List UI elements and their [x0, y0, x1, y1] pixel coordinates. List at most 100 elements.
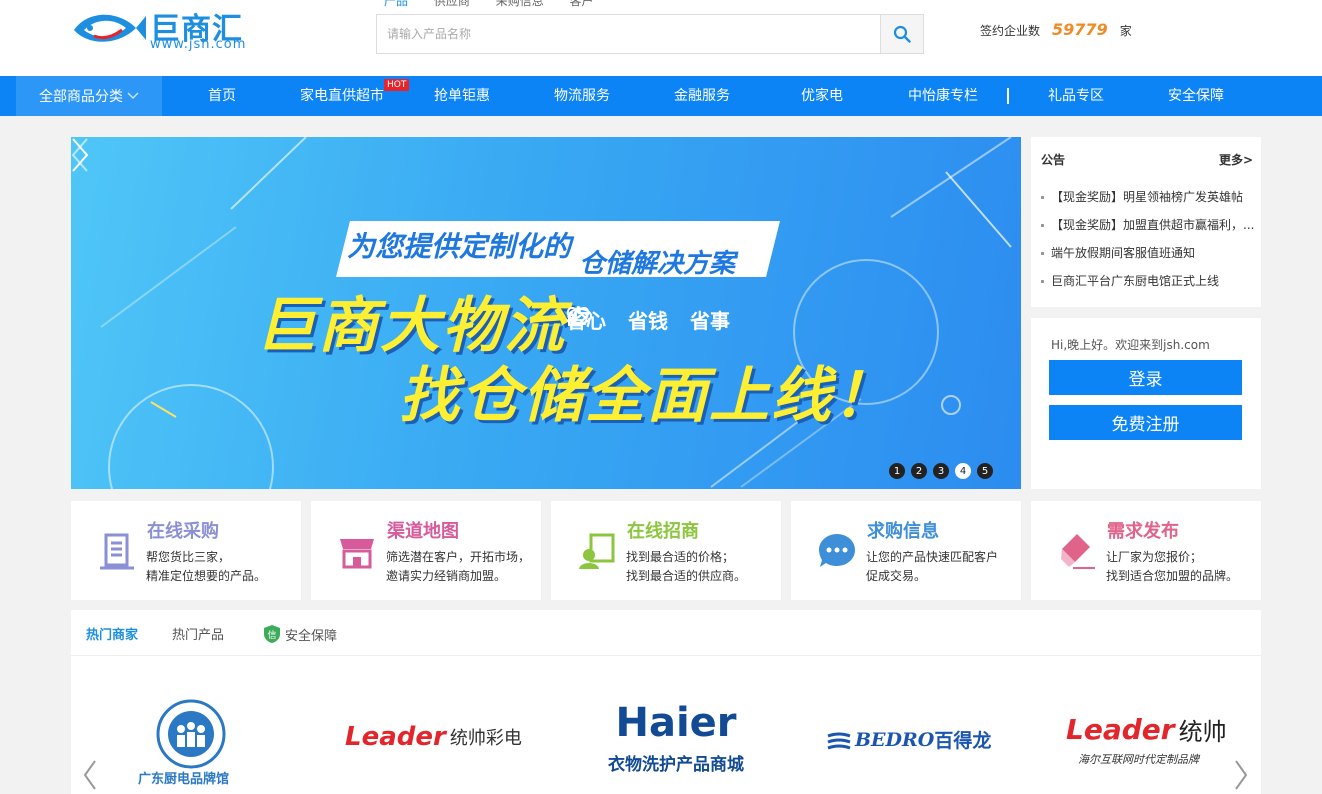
chevron-down-icon	[127, 92, 139, 99]
search-tab-product[interactable]: 产品	[384, 0, 408, 8]
notice-panel: 公告 更多> 【现金奖励】明星领袖榜广发英雄帖 【现金奖励】加盟直供超市赢福利，…	[1031, 137, 1261, 307]
search-button[interactable]	[880, 15, 923, 53]
nav-item-direct-supermarket[interactable]: 家电直供超市	[292, 76, 392, 116]
top-header: 巨商汇 www.jsh.com 产品 供应商 采购信息 客户 签约企业数 597…	[0, 0, 1322, 76]
main-nav: 全部商品分类 首页 家电直供超市 抢单钜惠 物流服务 金融服务 优家电 中怡康专…	[0, 76, 1322, 116]
login-panel: Hi,晚上好。欢迎来到jsh.com 登录 免费注册	[1031, 318, 1261, 489]
nav-divider	[1007, 88, 1009, 104]
chat-bubble-icon	[819, 534, 855, 567]
brand-label: 统帅彩电	[449, 728, 522, 749]
brand-leader-custom[interactable]: Leader 统帅 海尔互联网时代定制品牌	[1066, 712, 1227, 767]
search-tab-supplier[interactable]: 供应商	[434, 0, 470, 8]
search-tab-customer[interactable]: 客户	[570, 0, 594, 8]
tab-security[interactable]: 信 安全保障	[263, 624, 337, 644]
nav-item-gifts[interactable]: 礼品专区	[1040, 76, 1112, 116]
shield-icon: 信	[264, 625, 280, 643]
notice-title: 公告	[1041, 153, 1066, 167]
banner-title-part1: 为您提供定制化的	[347, 230, 572, 263]
brand-label: 统帅	[1178, 718, 1227, 746]
brands-section: 热门商家 热门产品 信 安全保障 广东厨电品牌馆 Leader 统帅彩电 Hai…	[71, 610, 1261, 794]
search-input[interactable]	[377, 15, 881, 53]
banner-subheadline: 找仓储全面上线！	[399, 361, 895, 431]
service-card-purchase-info[interactable]: 求购信息 让您的产品快速匹配客户 促成交易。	[791, 501, 1021, 600]
guangdong-seal-icon	[156, 699, 226, 769]
eraser-pencil-icon	[1061, 534, 1095, 569]
notice-item[interactable]: 巨商汇平台广东厨电馆正式上线	[1041, 267, 1255, 295]
banner-dot-3[interactable]: 3	[933, 463, 949, 479]
search-tab-purchase[interactable]: 采购信息	[496, 0, 544, 8]
card-title: 需求发布	[1107, 521, 1179, 542]
signed-label: 签约企业数	[980, 24, 1041, 38]
login-button[interactable]: 登录	[1049, 360, 1242, 395]
nav-item-deals[interactable]: 抢单钜惠	[426, 76, 498, 116]
nav-item-security[interactable]: 安全保障	[1160, 76, 1232, 116]
nav-item-zhongyikang[interactable]: 中怡康专栏	[900, 76, 986, 116]
banner-title-part2: 仓储解决方案	[579, 249, 736, 279]
card-title: 求购信息	[867, 521, 939, 542]
notice-item[interactable]: 端午放假期间客服值班通知	[1041, 239, 1255, 267]
banner-carousel[interactable]: 为您提供定制化的 仓储解决方案 巨商大物流 省心 省钱 省事 找仓储全面上线！ …	[71, 137, 1021, 489]
notice-item[interactable]: 【现金奖励】明星领袖榜广发英雄帖	[1041, 183, 1255, 211]
hot-badge: HOT	[384, 79, 410, 91]
card-description: 帮您货比三家， 精准定位想要的产品。	[146, 550, 267, 583]
register-button[interactable]: 免费注册	[1049, 405, 1242, 440]
brand-bedro[interactable]: BEDRO 百得龙	[826, 726, 991, 753]
banner-tags: 省心 省钱 省事	[566, 305, 730, 334]
tab-hot-merchants[interactable]: 热门商家	[86, 624, 138, 643]
brands-prev-arrow-icon[interactable]	[83, 760, 97, 790]
brand-guangdong-kitchen[interactable]: 广东厨电品牌馆	[126, 694, 256, 794]
banner-tag-3: 省事	[568, 305, 730, 334]
banner-pagination: 1 2 3 4 5	[889, 463, 993, 479]
storefront-icon	[340, 539, 374, 569]
search-tabs: 产品 供应商 采购信息 客户	[384, 0, 616, 9]
nav-item-home[interactable]: 首页	[192, 76, 252, 116]
search-box	[376, 14, 924, 54]
brand-label: 百得龙	[934, 730, 992, 752]
haier-logo: Haier	[615, 700, 737, 746]
card-title: 在线采购	[147, 521, 219, 542]
signed-unit: 家	[1119, 24, 1132, 38]
service-card-channel-map[interactable]: 渠道地图 筛选潜在客户，开拓市场， 邀请实力经销商加盟。	[311, 501, 541, 600]
shield-label: 信	[267, 629, 276, 641]
leader-logo: Leader	[345, 722, 446, 752]
bedro-swoosh-icon	[827, 732, 851, 749]
jsh-logo[interactable]: 巨商汇 www.jsh.com	[70, 6, 260, 56]
nav-item-youjiadian[interactable]: 优家电	[792, 76, 852, 116]
banner-dot-2[interactable]: 2	[911, 463, 927, 479]
card-description: 让厂家为您报价； 找到适合您加盟的品牌。	[1106, 550, 1239, 583]
service-card-online-purchase[interactable]: 在线采购 帮您货比三家， 精准定位想要的产品。	[71, 501, 301, 600]
search-icon	[893, 25, 911, 43]
brand-tabs: 热门商家 热门产品 信 安全保障	[71, 610, 1261, 656]
notice-item[interactable]: 【现金奖励】加盟直供超市赢福利，...	[1041, 211, 1255, 239]
brand-leader-tv[interactable]: Leader 统帅彩电	[345, 722, 522, 752]
notice-more-link[interactable]: 更多>	[1219, 151, 1253, 168]
service-card-demand-publish[interactable]: 需求发布 让厂家为您报价； 找到适合您加盟的品牌。	[1031, 501, 1261, 600]
banner-dot-5[interactable]: 5	[977, 463, 993, 479]
card-description: 找到最合适的价格； 找到最合适的供应商。	[626, 550, 747, 583]
nav-item-logistics[interactable]: 物流服务	[546, 76, 618, 116]
all-categories-button[interactable]: 全部商品分类	[16, 76, 162, 116]
service-card-online-recruit[interactable]: 在线招商 找到最合适的价格； 找到最合适的供应商。	[551, 501, 781, 600]
nav-item-finance[interactable]: 金融服务	[666, 76, 738, 116]
card-description: 筛选潜在客户，开拓市场， 邀请实力经销商加盟。	[386, 550, 531, 583]
card-title: 渠道地图	[387, 521, 459, 542]
brand-haier-laundry[interactable]: Haier 衣物洗护产品商城	[586, 702, 766, 775]
signed-count: 59779	[1052, 20, 1108, 39]
contact-card-icon	[579, 533, 615, 569]
signed-companies: 签约企业数 59779 家	[980, 20, 1132, 39]
notice-list: 【现金奖励】明星领袖榜广发英雄帖 【现金奖励】加盟直供超市赢福利，... 端午放…	[1041, 183, 1255, 295]
tab-hot-products[interactable]: 热门产品	[172, 624, 224, 643]
logo-url: www.jsh.com	[150, 37, 247, 52]
banner-dot-1[interactable]: 1	[889, 463, 905, 479]
fish-logo-icon	[74, 14, 146, 42]
banner-next-arrow-icon[interactable]	[71, 137, 89, 173]
banner-dot-4[interactable]: 4	[955, 463, 971, 479]
brand-slogan: 海尔互联网时代定制品牌	[1078, 753, 1199, 766]
brand-label: 广东厨电品牌馆	[138, 772, 230, 787]
card-title: 在线招商	[627, 521, 699, 542]
all-categories-label: 全部商品分类	[39, 89, 123, 105]
thumbs-up-icon	[568, 305, 589, 326]
brands-next-arrow-icon[interactable]	[1234, 760, 1248, 790]
document-list-icon	[100, 533, 134, 570]
card-description: 让您的产品快速匹配客户 促成交易。	[866, 550, 999, 583]
